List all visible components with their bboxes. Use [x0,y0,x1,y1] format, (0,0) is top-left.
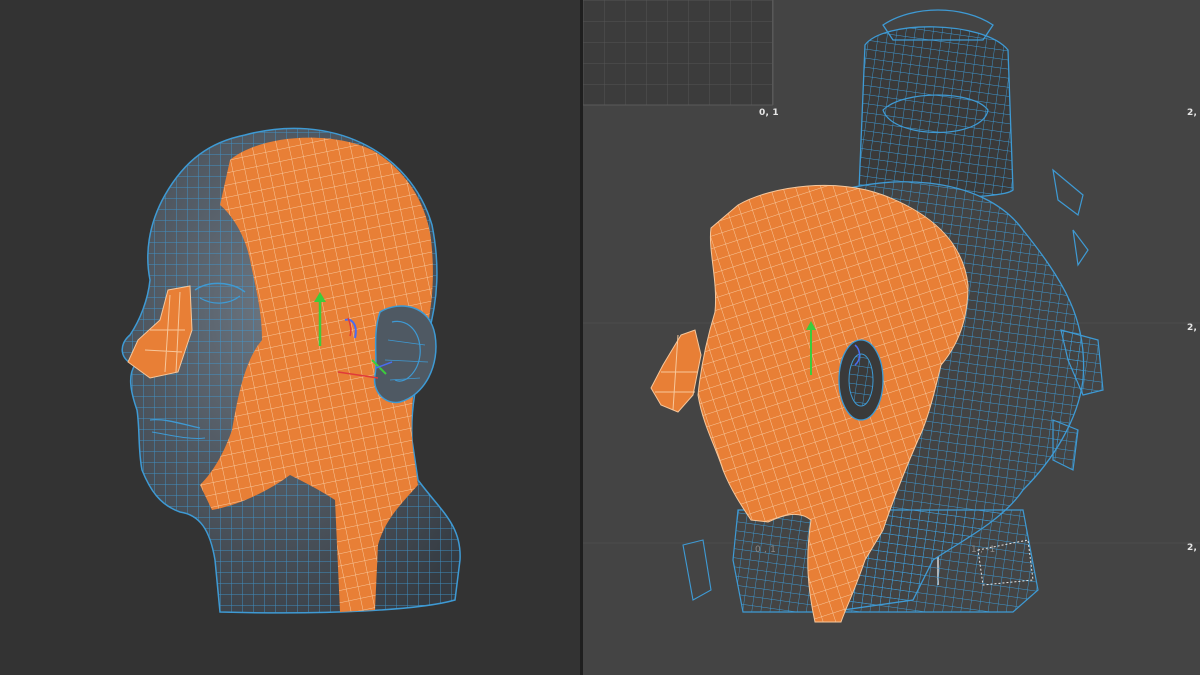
uv-editor-canvas[interactable] [583,0,1200,675]
3d-viewport[interactable] [0,0,580,675]
uv-coord-right-top: 2, [1187,108,1198,118]
uv-coord-right-mid: 2, [1187,323,1198,333]
uv-coord-right-bottom: 2, [1187,543,1198,553]
uv-editing-workspace: 0, 1 2, 2, 2, 0 , 1 1 , -1 [0,0,1200,675]
uv-coord-top-left: 0, 1 [759,108,779,118]
uv-shell-back-head[interactable] [858,9,1014,199]
uv-tile-grid [583,0,773,105]
ear-mesh[interactable] [373,305,437,404]
uv-coord-tile-left: 0 , 1 [755,545,777,555]
uv-coord-tile-right: 1 , -1 [971,545,996,555]
uv-editor[interactable]: 0, 1 2, 2, 2, 0 , 1 1 , -1 [583,0,1200,675]
3d-viewport-canvas[interactable] [0,0,580,675]
